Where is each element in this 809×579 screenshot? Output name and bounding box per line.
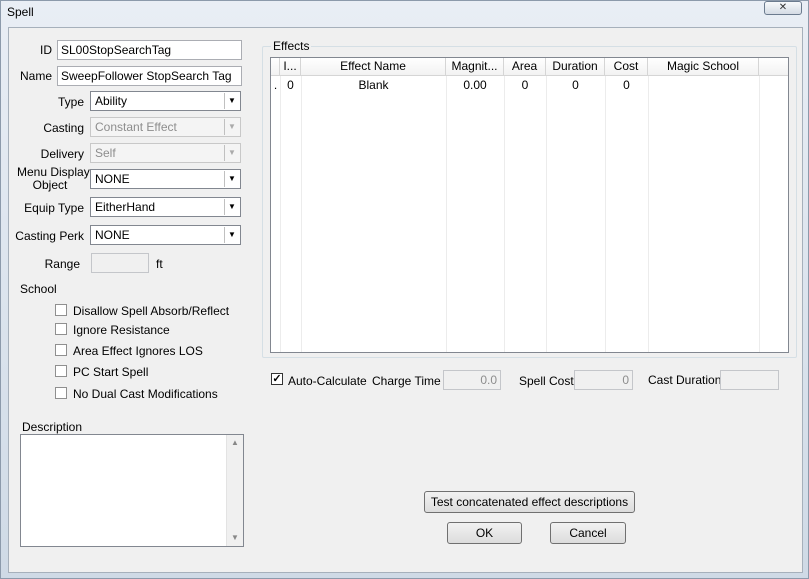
- chevron-down-icon: ▼: [224, 171, 239, 187]
- cast-duration-label: Cast Duration: [648, 373, 722, 387]
- chevron-down-icon: ▼: [224, 93, 239, 109]
- row-magic-school: [648, 76, 759, 94]
- spell-dialog-window: Spell ✕ ID SL00StopSearchTag Name SweepF…: [0, 0, 809, 579]
- chevron-down-icon: ▼: [224, 227, 239, 243]
- pc-start-spell-label: PC Start Spell: [73, 365, 149, 379]
- ok-button[interactable]: OK: [447, 522, 522, 544]
- type-value: Ability: [95, 94, 128, 108]
- delivery-label: Delivery: [40, 147, 84, 161]
- casting-value: Constant Effect: [95, 120, 177, 134]
- row-index: 0: [287, 78, 294, 92]
- scroll-down-icon[interactable]: ▼: [227, 530, 243, 546]
- charge-time-field: 0.0: [443, 370, 501, 390]
- chevron-down-icon: ▼: [224, 145, 239, 161]
- range-field: [91, 253, 149, 273]
- grid-line: [446, 76, 447, 352]
- range-label: Range: [44, 257, 80, 271]
- area-effect-ignores-los-checkbox[interactable]: [55, 344, 67, 356]
- equip-type-label: Equip Type: [24, 201, 84, 215]
- disallow-absorb-checkbox[interactable]: [55, 304, 67, 316]
- grid-line: [605, 76, 606, 352]
- auto-calculate-label: Auto-Calculate: [288, 374, 367, 388]
- spell-cost-label: Spell Cost: [519, 374, 574, 388]
- column-header-cost[interactable]: Cost: [605, 58, 648, 76]
- menu-display-value: NONE: [95, 172, 130, 186]
- row-duration: 0: [572, 78, 579, 92]
- casting-perk-value: NONE: [95, 228, 130, 242]
- column-header-index[interactable]: I...: [280, 58, 301, 76]
- dialog-client-area: ID SL00StopSearchTag Name SweepFollower …: [8, 27, 803, 573]
- menu-display-label: Menu Display Object: [17, 166, 90, 192]
- row-marker: .: [273, 78, 278, 92]
- menu-display-object-select[interactable]: NONE ▼: [90, 169, 241, 189]
- casting-perk-label: Casting Perk: [15, 229, 84, 243]
- casting-perk-select[interactable]: NONE ▼: [90, 225, 241, 245]
- grid-line: [648, 76, 649, 352]
- casting-label: Casting: [43, 121, 84, 135]
- title-bar: Spell ✕: [1, 1, 808, 23]
- area-effect-ignores-los-label: Area Effect Ignores LOS: [73, 344, 203, 358]
- spell-cost-field: 0: [574, 370, 633, 390]
- window-title: Spell: [7, 5, 34, 19]
- description-label: Description: [22, 420, 83, 434]
- description-textarea[interactable]: ▲ ▼: [20, 434, 244, 547]
- pc-start-spell-checkbox[interactable]: [55, 365, 67, 377]
- checkmark-icon: ✓: [272, 373, 282, 385]
- description-scrollbar[interactable]: ▲ ▼: [226, 435, 243, 546]
- grid-line: [546, 76, 547, 352]
- no-dual-cast-label: No Dual Cast Modifications: [73, 387, 218, 401]
- column-header-magic-school[interactable]: Magic School: [648, 58, 759, 76]
- effects-list[interactable]: I... Effect Name Magnit... Area Duration…: [270, 57, 789, 353]
- chevron-down-icon: ▼: [224, 119, 239, 135]
- auto-calculate-checkbox[interactable]: ✓: [271, 373, 283, 385]
- menu-display-label-line1: Menu Display: [17, 165, 90, 179]
- grid-line: [301, 76, 302, 352]
- column-header-filler: [759, 58, 788, 76]
- ignore-resistance-checkbox[interactable]: [55, 323, 67, 335]
- range-unit: ft: [156, 257, 163, 271]
- cancel-button[interactable]: Cancel: [550, 522, 626, 544]
- grid-line: [759, 76, 760, 352]
- charge-time-label: Charge Time: [372, 374, 441, 388]
- row-effect-name: Blank: [358, 78, 389, 92]
- delivery-select: Self ▼: [90, 143, 241, 163]
- id-label: ID: [40, 43, 52, 57]
- row-magnitude: 0.00: [463, 78, 487, 92]
- grid-line: [280, 76, 281, 352]
- column-header-duration[interactable]: Duration: [546, 58, 605, 76]
- type-label: Type: [57, 95, 84, 109]
- type-select[interactable]: Ability ▼: [90, 91, 241, 111]
- ignore-resistance-label: Ignore Resistance: [73, 323, 170, 337]
- row-area: 0: [521, 78, 529, 92]
- effects-group: Effects I... Effect Name Magnit... Area …: [262, 39, 797, 358]
- disallow-absorb-label: Disallow Spell Absorb/Reflect: [73, 304, 230, 318]
- grid-line: [504, 76, 505, 352]
- name-label: Name: [19, 69, 52, 83]
- casting-select: Constant Effect ▼: [90, 117, 241, 137]
- column-header-magnitude[interactable]: Magnit...: [446, 58, 504, 76]
- effects-group-title: Effects: [271, 39, 312, 53]
- row-cost: 0: [623, 78, 630, 92]
- column-header-effect-name[interactable]: Effect Name: [301, 58, 446, 76]
- close-icon: ✕: [778, 2, 788, 13]
- column-header-area[interactable]: Area: [504, 58, 546, 76]
- name-field[interactable]: SweepFollower StopSearch Tag: [57, 66, 242, 86]
- column-header-blank: [271, 58, 280, 76]
- delivery-value: Self: [95, 146, 116, 160]
- chevron-down-icon: ▼: [224, 199, 239, 215]
- equip-type-select[interactable]: EitherHand ▼: [90, 197, 241, 217]
- id-field[interactable]: SL00StopSearchTag: [57, 40, 242, 60]
- close-button[interactable]: ✕: [764, 1, 802, 15]
- menu-display-label-line2: Object: [32, 178, 68, 192]
- test-descriptions-button[interactable]: Test concatenated effect descriptions: [424, 491, 635, 513]
- cast-duration-field: [720, 370, 779, 390]
- scroll-up-icon[interactable]: ▲: [227, 435, 243, 451]
- school-label: School: [20, 282, 57, 296]
- equip-type-value: EitherHand: [95, 200, 156, 214]
- no-dual-cast-checkbox[interactable]: [55, 387, 67, 399]
